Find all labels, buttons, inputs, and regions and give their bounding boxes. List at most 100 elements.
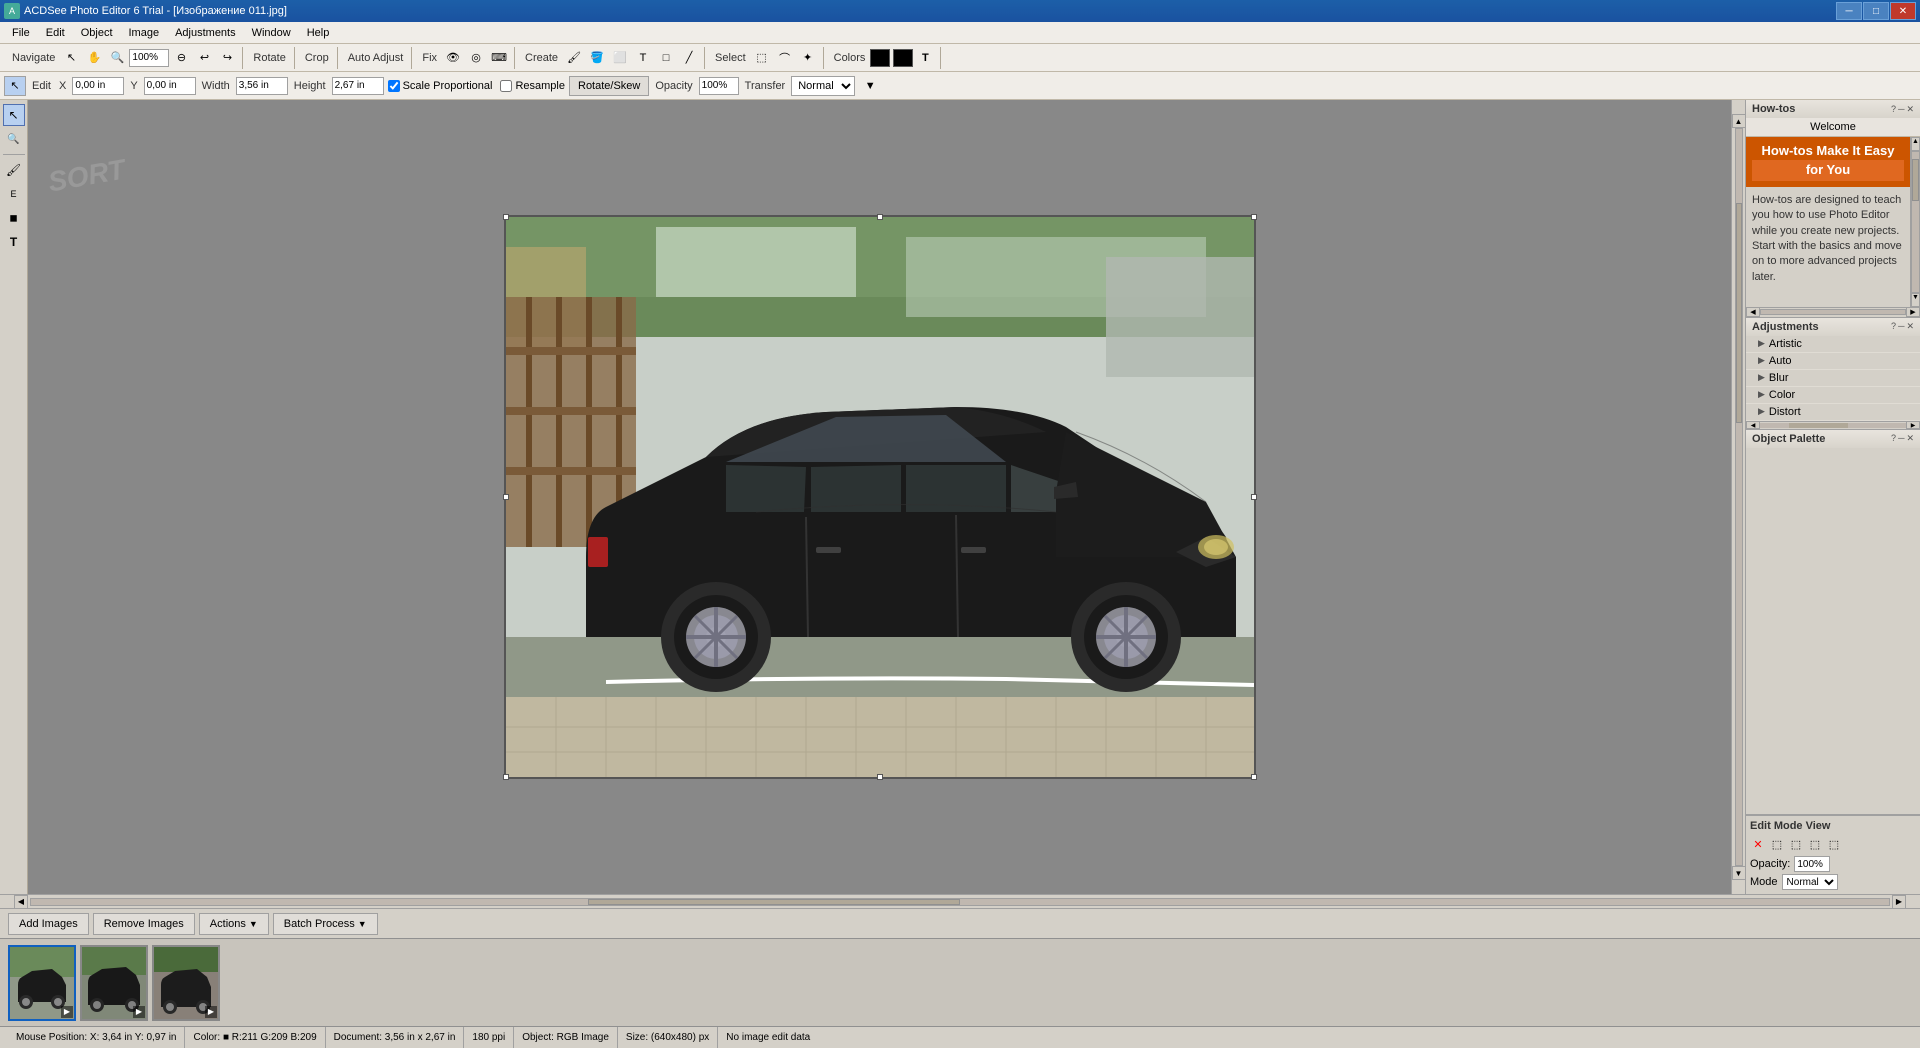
hscroll-thumb[interactable] [588,899,960,905]
add-images-button[interactable]: Add Images [8,913,89,935]
menu-adjustments[interactable]: Adjustments [167,25,244,41]
text-tool[interactable]: T [3,231,25,253]
menu-window[interactable]: Window [244,25,299,41]
adj-hscroll-thumb[interactable] [1789,423,1847,428]
mode-select[interactable]: Normal Multiply Screen Overlay Darken Li… [791,76,855,96]
rotate-skew-btn[interactable]: Rotate/Skew [569,76,649,96]
howtos-close-icon[interactable]: ✕ [1906,104,1914,115]
fix-red-eye-btn[interactable]: 👁 [442,48,464,68]
zoom-input[interactable] [129,49,169,67]
pointer-tool[interactable]: ↖ [4,76,26,96]
opacity-edit-input[interactable] [1794,856,1830,872]
lasso-select-btn[interactable]: ⌒ [774,48,796,68]
redo-btn[interactable]: ↪ [216,48,238,68]
menu-edit[interactable]: Edit [38,25,73,41]
howtos-hscroll-left[interactable]: ◀ [1746,307,1760,317]
em-icon4[interactable]: ⬚ [1807,836,1823,852]
vscroll-thumb[interactable] [1736,203,1742,424]
menu-image[interactable]: Image [121,25,168,41]
adj-distort[interactable]: ▶ Distort [1746,404,1920,421]
menu-object[interactable]: Object [73,25,121,41]
hscroll-right-btn[interactable]: ▶ [1892,895,1906,909]
howtos-vscroll-up[interactable]: ▲ [1911,137,1920,151]
minimize-button[interactable]: ─ [1836,2,1862,20]
mode-dropdown-arrow[interactable]: ▼ [859,76,881,96]
arrow-tool-btn[interactable]: ↖ [60,48,82,68]
objpal-close-icon[interactable]: ✕ [1906,433,1914,444]
zoom-tool[interactable]: 🔍 [3,128,25,150]
filmstrip-thumb-2[interactable]: ▶ [80,945,148,1021]
adj-hscroll-left[interactable]: ◀ [1746,421,1760,429]
text-btn[interactable]: T [632,48,654,68]
handle-middle-left[interactable] [503,494,509,500]
objpal-min-icon[interactable]: ─ [1898,433,1904,444]
adj-min-icon[interactable]: ─ [1898,321,1904,332]
adj-auto[interactable]: ▶ Auto [1746,353,1920,370]
eraser-tool[interactable]: E [3,183,25,205]
batch-process-button[interactable]: Batch Process ▼ [273,913,378,935]
adj-close-icon[interactable]: ✕ [1906,321,1914,332]
opacity-input[interactable] [699,77,739,95]
objpal-help-icon[interactable]: ? [1891,433,1896,444]
resample-checkbox[interactable] [500,80,512,92]
background-color[interactable] [893,49,913,67]
eraser-btn[interactable]: ⬜ [609,48,631,68]
howtos-min-icon[interactable]: ─ [1898,104,1904,115]
mode-edit-select[interactable]: Normal Multiply Screen [1782,874,1838,890]
adj-hscroll-right[interactable]: ▶ [1906,421,1920,429]
menu-help[interactable]: Help [299,25,338,41]
select-object-tool[interactable]: ↖ [3,104,25,126]
em-icon2[interactable]: ⬚ [1769,836,1785,852]
hand-tool-btn[interactable]: ✋ [83,48,105,68]
howtos-hscroll-right[interactable]: ▶ [1906,307,1920,317]
close-button[interactable]: ✕ [1890,2,1916,20]
line-btn[interactable]: ╱ [678,48,700,68]
zoom-out-btn[interactable]: ⊖ [170,48,192,68]
x-input[interactable] [72,77,124,95]
handle-bottom-left[interactable] [503,774,509,780]
filmstrip-thumb-3[interactable]: ▶ [152,945,220,1021]
object-palette-header[interactable]: Object Palette ? ─ ✕ [1746,430,1920,448]
vertical-scrollbar[interactable]: ▲ ▼ [1731,100,1745,894]
foreground-color[interactable] [870,49,890,67]
em-close-icon[interactable]: ✕ [1750,836,1766,852]
handle-top-middle[interactable] [877,214,883,220]
howtos-help-icon[interactable]: ? [1891,104,1896,115]
magic-wand-btn[interactable]: ✦ [797,48,819,68]
hscroll-left-btn[interactable]: ◀ [14,895,28,909]
adj-blur[interactable]: ▶ Blur [1746,370,1920,387]
handle-top-right[interactable] [1251,214,1257,220]
handle-top-left[interactable] [503,214,509,220]
adj-artistic[interactable]: ▶ Artistic [1746,336,1920,353]
handle-bottom-middle[interactable] [877,774,883,780]
undo-btn[interactable]: ↩ [193,48,215,68]
fix-blemish-btn[interactable]: ◎ [465,48,487,68]
adj-help-icon[interactable]: ? [1891,321,1896,332]
em-icon3[interactable]: ⬚ [1788,836,1804,852]
em-icon5[interactable]: ⬚ [1826,836,1842,852]
maximize-button[interactable]: □ [1863,2,1889,20]
actions-button[interactable]: Actions ▼ [199,913,269,935]
width-input[interactable] [236,77,288,95]
zoom-in-btn[interactable]: 🔍 [106,48,128,68]
filmstrip-thumb-1[interactable]: ▶ [8,945,76,1021]
rect-select-btn[interactable]: ⬚ [751,48,773,68]
handle-bottom-right[interactable] [1251,774,1257,780]
adjustments-header[interactable]: Adjustments ? ─ ✕ [1746,318,1920,336]
paint-tool[interactable]: 🖌 [3,159,25,181]
vscroll-up-btn[interactable]: ▲ [1732,114,1746,128]
paint-btn[interactable]: 🖌 [563,48,585,68]
remove-images-button[interactable]: Remove Images [93,913,195,935]
main-image[interactable] [506,217,1254,777]
vscroll-down-btn[interactable]: ▼ [1732,866,1746,880]
y-input[interactable] [144,77,196,95]
howtos-vscroll-thumb[interactable] [1912,159,1919,201]
adj-color[interactable]: ▶ Color [1746,387,1920,404]
scale-proportional-checkbox[interactable] [388,80,400,92]
howtos-vscroll-down[interactable]: ▼ [1911,293,1920,307]
menu-file[interactable]: File [4,25,38,41]
shape-btn[interactable]: □ [655,48,677,68]
height-input[interactable] [332,77,384,95]
howtos-header[interactable]: How-tos ? ─ ✕ [1746,100,1920,118]
fill-tool[interactable]: ◼ [3,207,25,229]
